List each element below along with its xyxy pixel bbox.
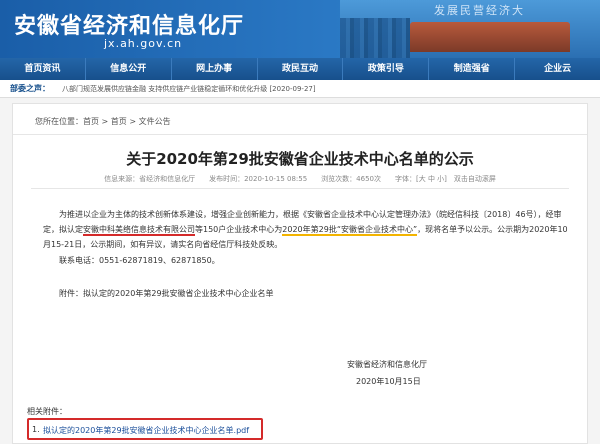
- nav-item-interaction[interactable]: 政民互动: [258, 58, 344, 80]
- attachment-pdf-link[interactable]: 拟认定的2020年第29批安徽省企业技术中心企业名单.pdf: [43, 425, 249, 436]
- related-attachments-label: 相关附件：: [27, 407, 67, 416]
- contact-line: 联系电话：0551-62871819、62871850。: [59, 256, 220, 265]
- divider: [13, 134, 587, 135]
- signature-org: 安徽省经济和信息化厅: [347, 360, 427, 369]
- nav-item-policy[interactable]: 政策引导: [343, 58, 430, 80]
- signature-date: 2020年10月15日: [356, 377, 421, 386]
- article-card: 您所在位置：首页 > 首页 > 文件公告 关于2020年第29批安徽省企业技术中…: [12, 103, 588, 444]
- banner-text: 发展民营经济大: [434, 4, 525, 17]
- header-banner: 发展民营经济大: [340, 0, 600, 58]
- article-paragraph: 为推进以企业为主体的技术创新体系建设，增强企业创新能力，根据《安徽省企业技术中心…: [43, 207, 573, 252]
- highlighted-company: 安徽中科美络信息技术有限公司: [83, 225, 195, 236]
- site-domain: jx.ah.gov.cn: [104, 37, 183, 50]
- nav-item-manufacturing[interactable]: 制造强省: [429, 58, 516, 80]
- highlighted-batch: 2020年第29批“安徽省企业技术中心”: [282, 225, 418, 236]
- site-header: 安徽省经济和信息化厅 jx.ah.gov.cn 发展民营经济大: [0, 0, 600, 58]
- attachment-number: 1.: [32, 425, 40, 434]
- site-title[interactable]: 安徽省经济和信息化厅: [14, 8, 244, 40]
- attachment-note: 附件：拟认定的2020年第29批安徽省企业技术中心企业名单: [59, 289, 274, 298]
- nav-item-enterprise-cloud[interactable]: 企业云: [515, 58, 600, 80]
- stage-image: [410, 22, 570, 52]
- notice-label: 部委之声：: [10, 84, 50, 93]
- breadcrumb[interactable]: 您所在位置：首页 > 首页 > 文件公告: [35, 116, 171, 127]
- main-nav: 首页资讯 信息公开 网上办事 政民互动 政策引导 制造强省 企业云: [0, 58, 600, 80]
- divider: [31, 188, 569, 189]
- article-title: 关于2020年第29批安徽省企业技术中心名单的公示: [126, 150, 474, 168]
- city-skyline-image: [340, 18, 410, 58]
- notice-bar: 部委之声： 八部门规范发展供应链金融 支持供应链产业链稳定循环和优化升级 [20…: [0, 80, 600, 98]
- notice-link[interactable]: 八部门规范发展供应链金融 支持供应链产业链稳定循环和优化升级 [2020-09-…: [62, 80, 316, 98]
- nav-item-home[interactable]: 首页资讯: [0, 58, 86, 80]
- article-meta: 信息来源：省经济和信息化厅 发布时间：2020-10-15 08:55 浏览次数…: [104, 175, 496, 183]
- attachment-highlight-box: 1. 拟认定的2020年第29批安徽省企业技术中心企业名单.pdf: [27, 418, 263, 440]
- nav-item-online-service[interactable]: 网上办事: [172, 58, 258, 80]
- paragraph-text: 等150户企业技术中心为: [195, 225, 283, 234]
- nav-item-info-public[interactable]: 信息公开: [86, 58, 172, 80]
